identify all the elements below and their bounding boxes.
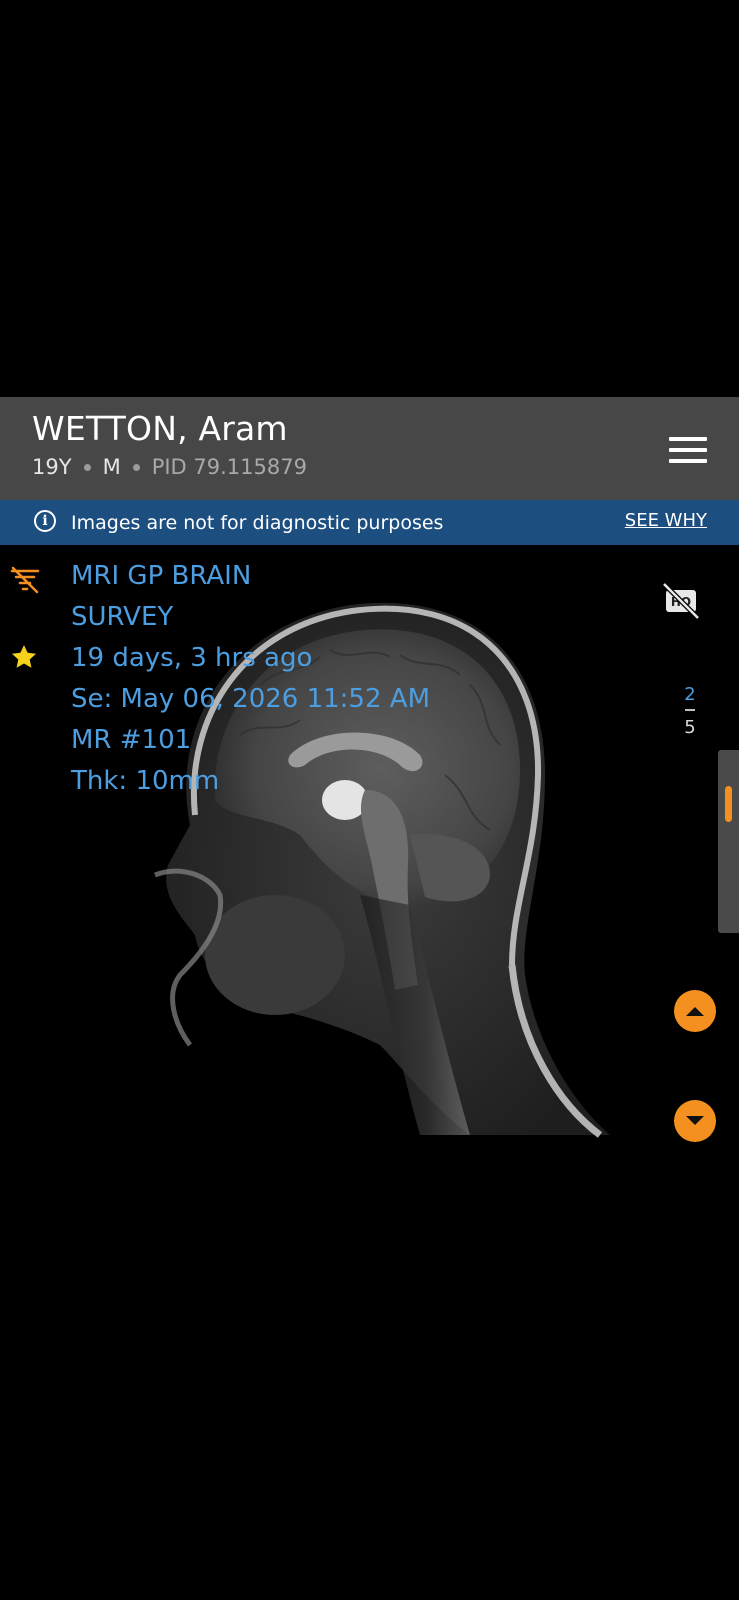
- series-separator: [685, 709, 695, 711]
- patient-age: 19Y: [32, 455, 72, 479]
- arrow-up-icon: [686, 1007, 704, 1016]
- image-scrollbar[interactable]: [718, 750, 739, 933]
- patient-name: WETTON, Aram: [32, 409, 288, 448]
- see-why-link[interactable]: SEE WHY: [625, 510, 707, 531]
- disclaimer-banner: i Images are not for diagnostic purposes…: [0, 500, 739, 545]
- separator-dot: [83, 463, 91, 471]
- series-counter: 2 5: [679, 684, 701, 738]
- patient-sex: M: [102, 455, 121, 479]
- scrollbar-thumb[interactable]: [725, 786, 732, 822]
- star-icon[interactable]: [10, 643, 38, 671]
- hamburger-menu-icon[interactable]: [669, 437, 707, 463]
- separator-dot: [132, 463, 140, 471]
- patient-id: PID 79.115879: [151, 455, 307, 479]
- arrow-down-icon: [686, 1116, 704, 1125]
- study-title: MRI GP BRAIN: [71, 561, 252, 591]
- modality-number: MR #101: [71, 725, 192, 755]
- study-description: SURVEY: [71, 602, 174, 632]
- patient-header: WETTON, Aram 19Y M PID 79.115879: [0, 397, 739, 500]
- hq-off-icon[interactable]: HQ: [660, 580, 702, 622]
- study-relative-time: 19 days, 3 hrs ago: [71, 643, 313, 673]
- series-current: 2: [684, 684, 696, 705]
- info-icon: i: [34, 510, 56, 532]
- next-series-button[interactable]: [674, 1100, 716, 1142]
- patient-demographics: 19Y M PID 79.115879: [32, 455, 307, 479]
- previous-series-button[interactable]: [674, 990, 716, 1032]
- slice-thickness: Thk: 10mm: [71, 766, 220, 796]
- filter-list-icon[interactable]: [10, 566, 40, 594]
- series-datetime: Se: May 06, 2026 11:52 AM: [71, 684, 430, 714]
- disclaimer-text: Images are not for diagnostic purposes: [71, 512, 444, 534]
- mri-sagittal-image: [154, 602, 610, 1138]
- image-viewer[interactable]: [0, 545, 739, 1160]
- series-total: 5: [684, 717, 696, 738]
